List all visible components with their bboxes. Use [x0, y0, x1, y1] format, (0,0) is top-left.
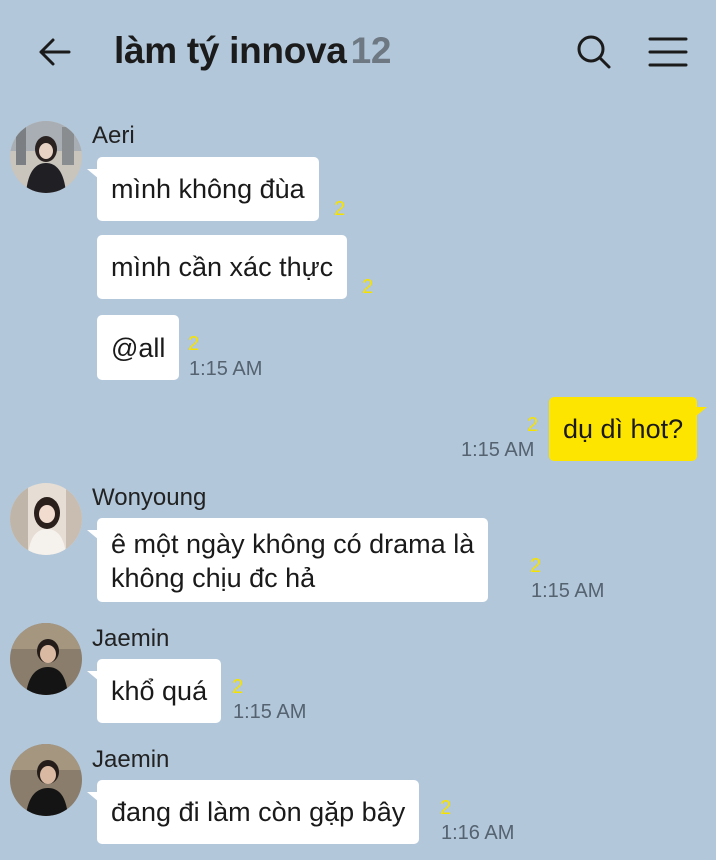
message-bubble[interactable]: khổ quá	[86, 659, 222, 723]
profile-photo	[10, 483, 82, 555]
avatar-jaemin[interactable]	[10, 744, 82, 816]
message-time: 1:15 AM	[461, 439, 535, 461]
message-bubble[interactable]: @all	[97, 315, 180, 380]
message-time: 1:15 AM	[233, 701, 307, 723]
avatar-jaemin[interactable]	[10, 623, 82, 695]
search-button[interactable]	[574, 32, 614, 72]
message-bubble[interactable]: ê một ngày không có drama là không chịu …	[86, 518, 489, 602]
sender-name: Wonyoung	[92, 484, 207, 511]
my-message-bubble[interactable]: dụ dì hot?	[549, 397, 708, 461]
profile-photo	[10, 121, 82, 193]
message-text: khổ quá	[111, 676, 208, 706]
message-text: đang đi làm còn gặp bây	[111, 797, 406, 827]
avatar-aeri[interactable]	[10, 121, 82, 193]
message-bubble[interactable]: mình cần xác thực	[97, 235, 348, 299]
chat-name: làm tý innova	[114, 30, 347, 71]
message-text-line: không chịu đc hả	[111, 563, 316, 593]
message-bubble[interactable]: mình không đùa	[87, 157, 319, 221]
sender-name: Jaemin	[92, 625, 170, 652]
message-text: mình không đùa	[111, 174, 305, 204]
arrow-left-icon	[39, 38, 71, 66]
sender-name: Jaemin	[92, 746, 170, 773]
message-bubble[interactable]: đang đi làm còn gặp bây	[86, 780, 420, 844]
unread-count: 2	[188, 333, 200, 355]
unread-count: 2	[362, 276, 374, 298]
sender-name: Aeri	[92, 122, 135, 149]
message-text-line: ê một ngày không có drama là	[111, 529, 475, 559]
unread-count: 2	[334, 198, 346, 220]
message-time: 1:15 AM	[531, 580, 605, 602]
unread-count: 2	[440, 797, 452, 819]
chat-header: làm tý innova 12	[0, 0, 716, 104]
message-time: 1:16 AM	[441, 822, 515, 844]
search-icon	[577, 35, 611, 69]
avatar-wonyoung[interactable]	[10, 483, 82, 555]
message-text: mình cần xác thực	[111, 252, 334, 282]
message-text: dụ dì hot?	[563, 414, 684, 444]
profile-photo	[10, 623, 82, 695]
unread-count: 2	[527, 414, 539, 436]
message-text: @all	[111, 332, 166, 363]
message-time: 1:15 AM	[189, 358, 263, 380]
unread-count: 2	[232, 676, 244, 698]
back-button[interactable]	[34, 32, 74, 72]
hamburger-menu-icon	[648, 37, 688, 67]
chat-title: làm tý innova 12	[114, 30, 391, 72]
menu-button[interactable]	[646, 32, 690, 72]
unread-count: 2	[530, 555, 542, 577]
profile-photo	[10, 744, 82, 816]
member-count: 12	[350, 30, 392, 71]
